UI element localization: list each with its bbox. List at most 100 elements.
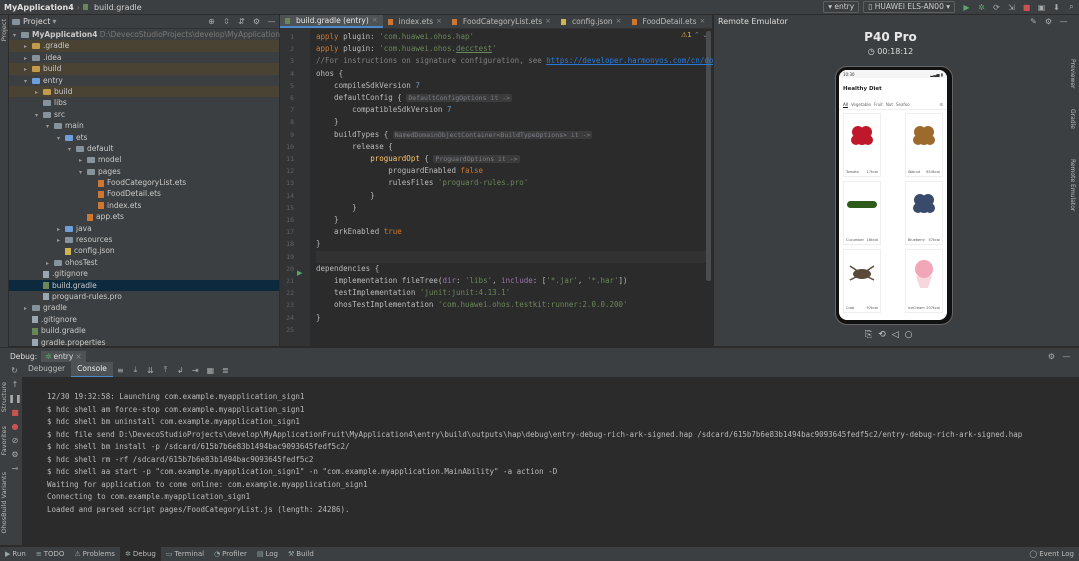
tree-item[interactable]: ▾ main — [9, 120, 279, 131]
structure-side-tab[interactable]: Structure — [0, 382, 8, 412]
close-icon[interactable]: × — [372, 15, 378, 26]
tree-item[interactable]: libs — [9, 97, 279, 108]
category-tab[interactable]: All — [843, 102, 848, 107]
hide-panel-icon[interactable]: — — [1059, 17, 1068, 26]
tree-item[interactable]: ▸ .gradle — [9, 40, 279, 52]
editor-tab[interactable]: FoodDetail.ets × — [627, 15, 711, 28]
food-card[interactable]: Crab 97kcal — [844, 250, 880, 312]
pin-icon[interactable]: ⊸ — [12, 464, 19, 473]
tree-item[interactable]: ▸ gradle — [9, 302, 279, 313]
run-config-select[interactable]: ▾ entry — [823, 1, 860, 13]
device-manager-icon[interactable]: ▣ — [1037, 3, 1046, 12]
category-tab[interactable]: Seafoo — [896, 102, 910, 107]
tree-item[interactable]: .gitignore — [9, 268, 279, 279]
close-icon[interactable]: × — [616, 15, 622, 28]
tree-item[interactable]: ▸ model — [9, 154, 279, 165]
tree-item[interactable]: ▸ ohosTest — [9, 257, 279, 268]
category-tab[interactable]: Vegetable — [851, 102, 871, 107]
drop-frame-icon[interactable]: ↲ — [176, 366, 185, 375]
screenshot-icon[interactable]: ⎘ — [865, 330, 872, 340]
tree-item[interactable]: ▸ build — [9, 85, 279, 98]
hide-panel-icon[interactable]: — — [267, 17, 276, 26]
sdk-manager-icon[interactable]: ⬇ — [1052, 3, 1061, 12]
category-tab[interactable]: Fruit — [874, 102, 883, 107]
tool-window-build-button[interactable]: ⚒ Build — [283, 547, 319, 561]
rotate-icon[interactable]: ⟲ — [878, 330, 886, 340]
phone-screen[interactable]: 10:30 ▂▃▅ ▮ Healthy Diet All Vegetable Frui… — [839, 70, 947, 320]
tree-item[interactable]: ▾ pages — [9, 166, 279, 177]
settings-gear-icon[interactable]: ⚙ — [1044, 17, 1053, 26]
tree-item[interactable]: ▸ build — [9, 63, 279, 75]
settings-gear-icon[interactable]: ⚙ — [252, 17, 261, 26]
tree-item[interactable]: ▾ MyApplication4 D:\DevecoStudioProjects\… — [9, 29, 310, 40]
debug-tab[interactable]: Debugger — [22, 362, 71, 376]
menu-icon[interactable]: ☰ — [939, 102, 943, 107]
search-icon[interactable]: ⌕ — [1067, 2, 1076, 12]
up-icon[interactable]: ↑ — [12, 380, 19, 389]
food-card[interactable]: IceCream 207kcal — [906, 250, 942, 312]
tree-item[interactable]: app.ets — [9, 211, 279, 222]
pause-icon[interactable]: ❚❚ — [8, 394, 21, 403]
rerun-icon[interactable]: ↻ — [10, 366, 19, 375]
locate-icon[interactable]: ⊕ — [207, 17, 216, 26]
food-card[interactable]: Walnut 654kcal — [906, 114, 942, 176]
tool-window-todo-button[interactable]: ≡ TODO — [31, 547, 70, 561]
settings-gear-icon[interactable]: ⚙ — [11, 450, 18, 459]
tool-window-problems-button[interactable]: ⚠ Problems — [69, 547, 120, 561]
close-icon[interactable]: × — [545, 15, 551, 28]
tree-item[interactable]: FoodCategoryList.ets — [9, 177, 279, 188]
pin-icon[interactable]: ✎ — [1029, 17, 1038, 26]
tree-item[interactable]: build.gradle — [9, 279, 279, 291]
tree-item[interactable]: index.ets — [9, 200, 279, 211]
editor-scrollbar[interactable] — [706, 31, 711, 281]
event-log-button[interactable]: ◯ Event Log — [1024, 547, 1079, 561]
debug-session-tab[interactable]: ✲ entry × — [41, 350, 86, 362]
force-step-icon[interactable]: ⇊ — [146, 366, 155, 375]
tree-item[interactable]: proguard-rules.pro — [9, 291, 279, 302]
right-side-tab[interactable]: Remote Emulator — [1069, 159, 1076, 211]
editor-tab[interactable]: build.gradle (entry) × — [280, 15, 383, 28]
build-variants-side-tab[interactable]: OhosBuild Variants — [0, 472, 8, 533]
collapse-all-icon[interactable]: ⇵ — [237, 17, 246, 26]
right-side-tab[interactable]: Gradle — [1069, 109, 1076, 129]
breadcrumb-project[interactable]: MyApplication4 — [4, 3, 74, 12]
hide-panel-icon[interactable]: — — [1062, 352, 1071, 361]
tree-item[interactable]: .gitignore — [9, 314, 279, 325]
project-side-tab[interactable]: Project — [0, 19, 8, 41]
back-icon[interactable]: ◁ — [892, 330, 899, 340]
right-side-tab[interactable]: Previewer — [1069, 59, 1076, 89]
stop-icon[interactable]: ■ — [11, 408, 19, 417]
device-select[interactable]: ▯ HUAWEI ELS-AN00 ▾ — [863, 1, 955, 13]
tool-window-profiler-button[interactable]: ◔ Profiler — [209, 547, 252, 561]
step-out-icon[interactable]: ⤒ — [161, 365, 170, 375]
tool-window-log-button[interactable]: ▤ Log — [252, 547, 283, 561]
tree-item[interactable]: build.gradle — [9, 325, 279, 336]
tool-window-terminal-button[interactable]: ▭ Terminal — [161, 547, 209, 561]
step-into-icon[interactable]: ⤓ — [131, 365, 140, 375]
food-card[interactable]: Cucumber 16kcal — [844, 182, 880, 244]
settings-gear-icon[interactable]: ⚙ — [1047, 352, 1056, 361]
layout-icon[interactable]: ≣ — [221, 366, 230, 375]
attach-debugger-icon[interactable]: ⇲ — [1007, 3, 1016, 12]
food-card[interactable]: Blueberry 57kcal — [906, 182, 942, 244]
expand-all-icon[interactable]: ⇳ — [222, 17, 231, 26]
run-gutter-icon[interactable]: ▶ — [297, 269, 302, 277]
debug-icon[interactable]: ✲ — [977, 3, 986, 12]
tree-item[interactable]: ▾ src — [9, 109, 279, 120]
food-card[interactable]: Tomato 17kcal — [844, 114, 880, 176]
project-panel-title[interactable]: Project — [23, 17, 50, 26]
home-icon[interactable]: ○ — [905, 330, 913, 340]
editor-tab[interactable]: index.ets × — [383, 15, 447, 28]
tree-item[interactable]: ▸ java — [9, 223, 279, 234]
favorites-side-tab[interactable]: Favorites — [0, 426, 8, 455]
tree-item[interactable]: config.json — [9, 245, 279, 256]
stop-icon[interactable]: ■ — [1022, 3, 1031, 12]
tree-item[interactable]: ▾ default — [9, 143, 279, 154]
close-icon[interactable]: × — [699, 15, 705, 28]
breakpoints-icon[interactable]: ● — [12, 422, 19, 431]
editor-tab[interactable]: config.json × — [556, 15, 627, 28]
editor-tab[interactable]: FoodCategoryList.ets × — [447, 15, 556, 28]
tree-item[interactable]: ▸ resources — [9, 234, 279, 245]
mute-breakpoints-icon[interactable]: ⊘ — [12, 436, 19, 445]
inspection-warning-icon[interactable]: ⚠1 ⌃ ⌄ — [681, 31, 708, 39]
